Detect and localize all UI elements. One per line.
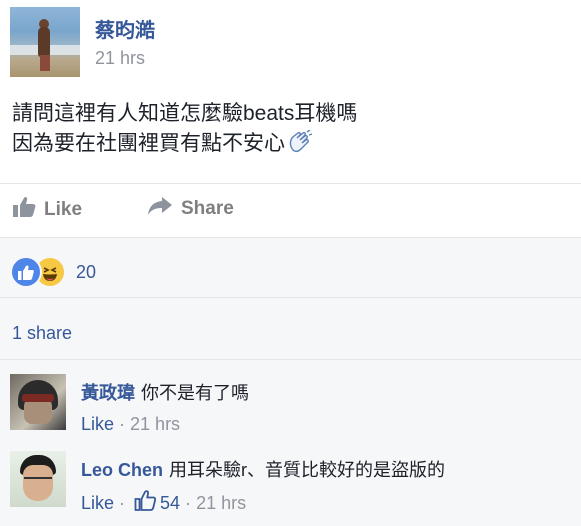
post-text-line-2: 因為要在社團裡買有點不安心 [12,129,357,163]
reaction-count[interactable]: 20 [76,262,96,283]
comment-text-row: Leo Chen 用耳朵驗r、音質比較好的是盜版的 [81,456,445,482]
share-button-label: Share [181,198,234,219]
post-timestamp[interactable]: 21 hrs [95,48,145,69]
comment-like-number: 54 [160,492,181,513]
divider [0,359,581,360]
share-button[interactable]: Share [147,196,234,222]
post-text-line-2-text: 因為要在社團裡買有點不安心 [12,132,285,155]
separator: · [119,414,126,434]
divider [0,237,581,238]
comment-text: 你不是有了嗎 [141,383,249,403]
comment-timestamp[interactable]: 21 hrs [196,493,246,514]
waving-hand-emoji-icon [287,129,313,163]
comment-author[interactable]: Leo Chen [81,460,163,480]
comment-like-button[interactable]: Like [81,414,114,435]
reactions-summary[interactable]: 20 [10,256,96,288]
divider [0,183,581,184]
post-body: 請問這裡有人知道怎麼驗beats耳機嗎 因為要在社團裡買有點不安心 [12,99,357,163]
separator: · [185,492,192,513]
comment-actions: Like · 54 · 21 hrs [81,490,246,516]
share-count-link[interactable]: 1 share [12,323,72,344]
commenter-avatar[interactable] [10,451,66,507]
facebook-post: 蔡昀澔 21 hrs 請問這裡有人知道怎麼驗beats耳機嗎 因為要在社團裡買有… [0,0,581,526]
comment-text-row: 黃政瑋 你不是有了嗎 [81,379,249,405]
comment-author[interactable]: 黃政瑋 [81,383,135,403]
separator: · [119,492,126,513]
like-reaction-icon [10,256,42,288]
author-avatar[interactable] [10,7,80,77]
commenter-avatar[interactable] [10,374,66,430]
author-name[interactable]: 蔡昀澔 [95,14,155,43]
comment-actions: Like · 21 hrs [81,414,180,435]
comment-text: 用耳朵驗r、音質比較好的是盜版的 [169,460,446,480]
post-text-line-1: 請問這裡有人知道怎麼驗beats耳機嗎 [12,102,358,125]
comment-timestamp[interactable]: 21 hrs [130,414,180,435]
share-arrow-icon [147,196,181,222]
like-button-label: Like [44,199,83,220]
like-button[interactable]: Like [12,196,82,224]
divider [0,297,581,298]
comment-like-button[interactable]: Like [81,493,114,514]
comment-like-count[interactable]: 54 [134,490,180,516]
thumbs-up-icon [12,196,44,224]
thumbs-up-outline-icon [134,490,160,516]
